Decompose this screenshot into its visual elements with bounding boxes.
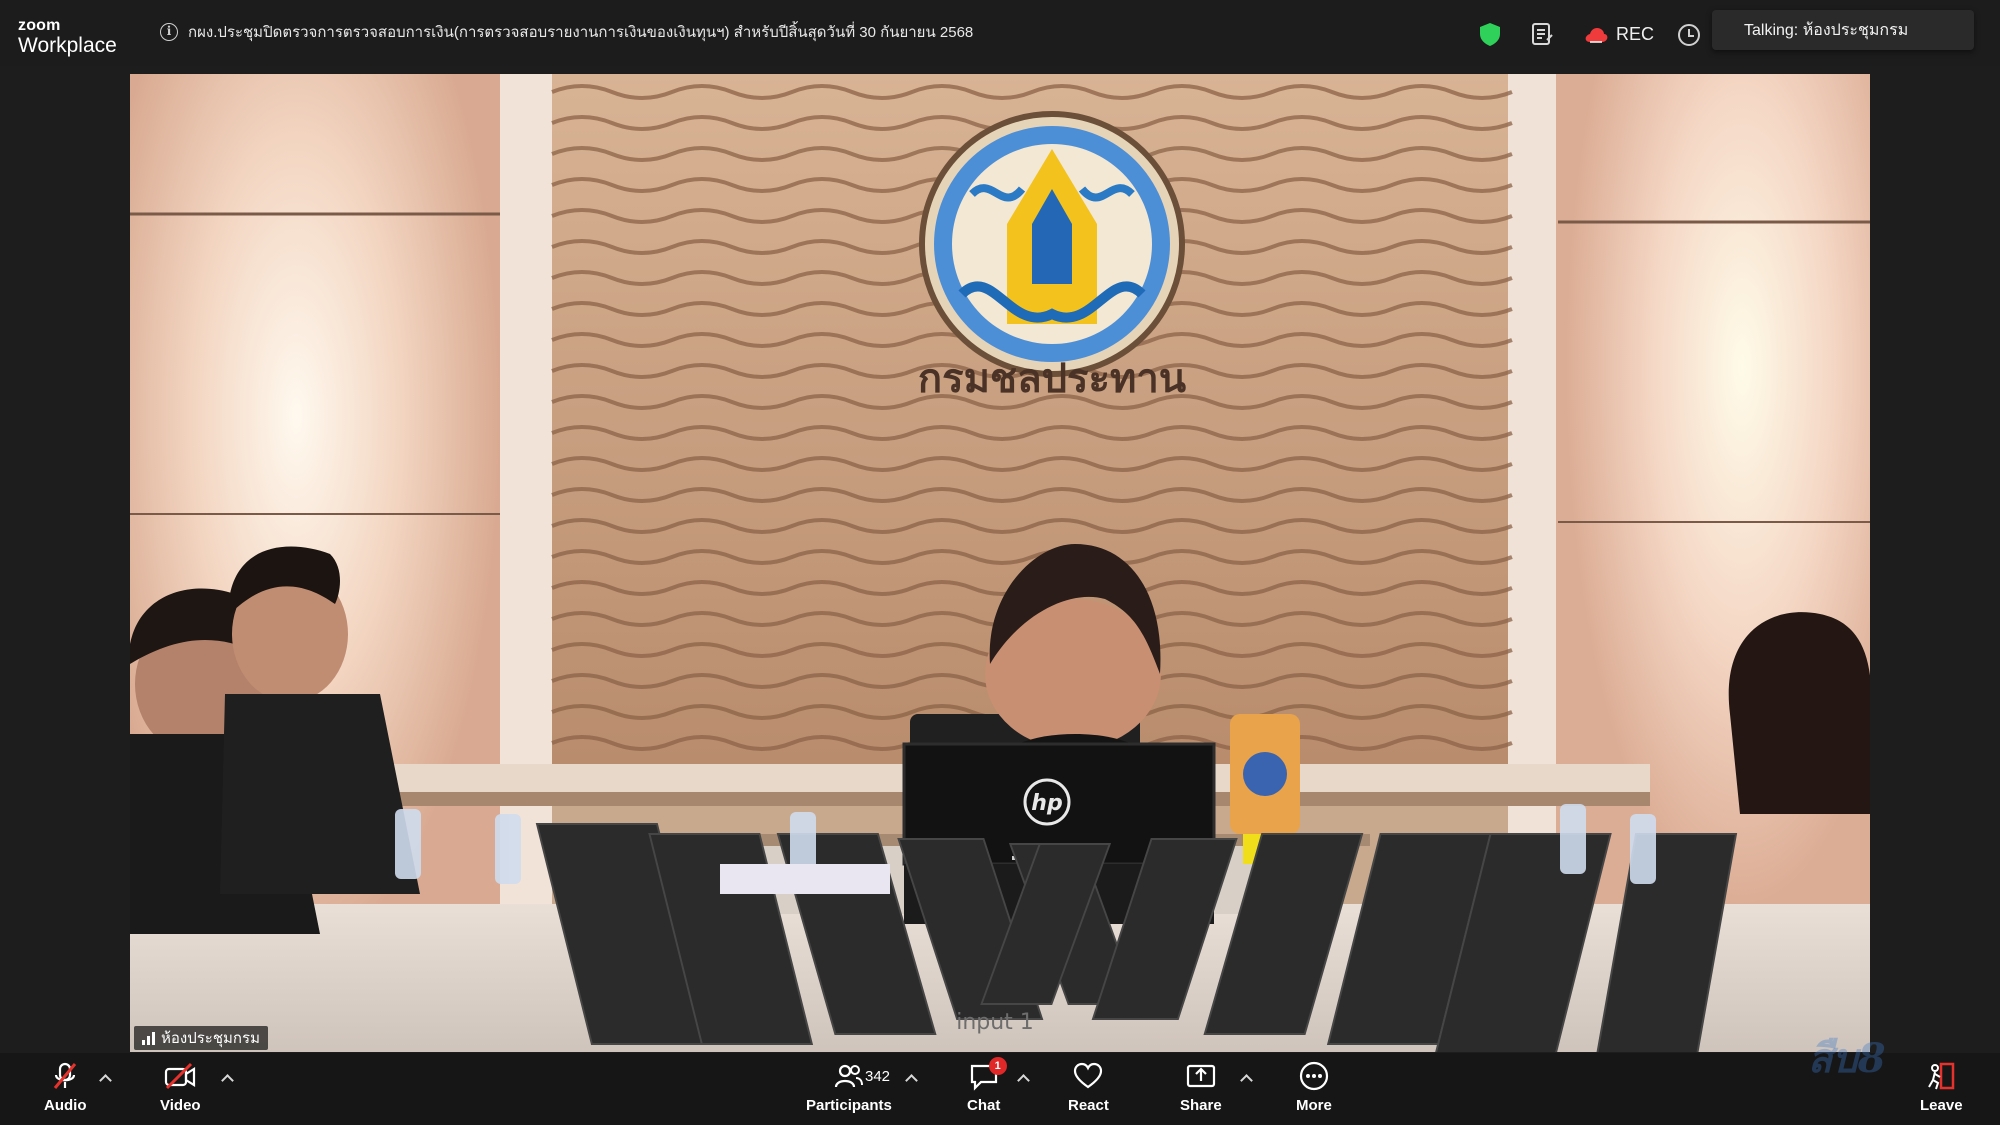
react-label: React — [1068, 1097, 1109, 1114]
participants-options-caret[interactable] — [904, 1071, 918, 1085]
chat-unread-badge: 1 — [988, 1057, 1007, 1075]
microphone-muted-icon — [54, 1062, 77, 1089]
leave-label: Leave — [1920, 1097, 1963, 1114]
rec-label: REC — [1616, 24, 1655, 44]
info-icon[interactable]: i — [160, 23, 178, 41]
notes-icon[interactable] — [1530, 22, 1554, 46]
top-bar: zoom Workplace i กผง.ประชุมปิดตรวจการตรว… — [0, 0, 2000, 66]
signal-strength-icon — [142, 1031, 155, 1045]
meeting-title: กผง.ประชุมปิดตรวจการตรวจสอบการเงิน(การตร… — [188, 24, 974, 41]
meeting-info[interactable]: i กผง.ประชุมปิดตรวจการตรวจสอบการเงิน(การ… — [160, 20, 973, 44]
department-emblem — [919, 111, 1185, 377]
video-label: Video — [160, 1097, 201, 1114]
participant-name-tag: ห้องประชุมกรม — [134, 1026, 268, 1050]
more-icon — [1299, 1061, 1329, 1091]
share-screen-icon — [1186, 1064, 1215, 1088]
react-button[interactable]: React — [1068, 1061, 1109, 1114]
leave-button[interactable]: Leave — [1920, 1061, 1963, 1114]
participants-label: Participants — [806, 1097, 892, 1114]
app-brand: zoom Workplace — [18, 17, 117, 57]
heart-icon — [1074, 1062, 1103, 1089]
participants-icon — [834, 1064, 863, 1088]
leave-icon — [1928, 1062, 1955, 1090]
share-button[interactable]: Share — [1180, 1061, 1222, 1114]
chat-button[interactable]: 1 Chat — [967, 1057, 1007, 1114]
shield-icon[interactable] — [1479, 22, 1501, 47]
record-status[interactable]: REC — [1584, 24, 1654, 45]
active-speaker-video[interactable]: กรมชลประทาน hp input 1 — [130, 74, 1870, 1052]
brand-zoom: zoom — [18, 17, 61, 34]
conference-room-scene: กรมชลประทาน hp input 1 — [130, 74, 1870, 1052]
share-label: Share — [1180, 1097, 1222, 1114]
more-label: More — [1296, 1097, 1332, 1114]
video-stage: กรมชลประทาน hp input 1 ห้องประชุมกรม — [0, 66, 2000, 1053]
talking-indicator: Talking: ห้องประชุมกรม — [1712, 10, 1974, 50]
video-off-icon — [165, 1062, 196, 1090]
chat-options-caret[interactable] — [1016, 1071, 1030, 1085]
audio-options-caret[interactable] — [98, 1071, 112, 1085]
brand-workplace: Workplace — [18, 34, 117, 57]
chat-label: Chat — [967, 1097, 1001, 1114]
participants-count: 342 — [865, 1068, 891, 1085]
video-button[interactable]: Video — [160, 1061, 201, 1114]
share-options-caret[interactable] — [1239, 1071, 1253, 1085]
channel-watermark: สืบ8 — [1808, 1035, 1886, 1082]
audio-button[interactable]: Audio — [44, 1061, 87, 1114]
clock-icon[interactable] — [1678, 24, 1700, 46]
video-overlay-text: input 1 — [956, 1010, 1034, 1035]
meeting-toolbar: Audio Video Participants 342 1 Chat Reac… — [0, 1053, 2000, 1125]
audio-label: Audio — [44, 1097, 87, 1114]
cloud-record-icon — [1585, 27, 1608, 43]
emblem-text: กรมชลประทาน — [918, 356, 1186, 402]
video-options-caret[interactable] — [220, 1071, 234, 1085]
participant-name: ห้องประชุมกรม — [161, 1030, 260, 1047]
talking-label: Talking: ห้องประชุมกรม — [1744, 21, 1909, 39]
svg-text:hp: hp — [1031, 791, 1062, 816]
more-button[interactable]: More — [1296, 1061, 1332, 1114]
